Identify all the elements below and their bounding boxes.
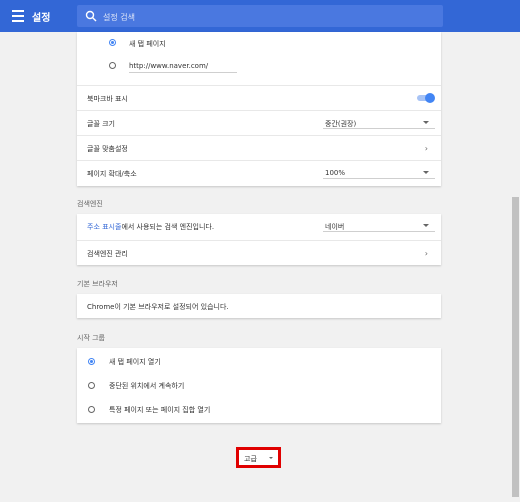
search-engine-row[interactable]: 주소 표시줄에서 사용되는 검색 엔진입니다. 네이버 bbox=[77, 214, 441, 238]
homepage-option-url[interactable] bbox=[77, 56, 441, 80]
bookmark-bar-label: 북마크바 표시 bbox=[87, 95, 128, 103]
radio-homepage-url[interactable] bbox=[109, 62, 116, 69]
chevron-right-icon: › bbox=[424, 144, 428, 153]
chevron-down-icon bbox=[269, 457, 273, 459]
search-engine-desc: 에서 사용되는 검색 엔진입니다. bbox=[121, 223, 215, 231]
search-box[interactable] bbox=[77, 5, 443, 27]
advanced-button[interactable]: 고급 bbox=[236, 447, 281, 468]
chevron-right-icon: › bbox=[424, 249, 428, 258]
on-startup-section-title: 시작 그룹 bbox=[77, 334, 105, 342]
scrollbar[interactable] bbox=[510, 32, 520, 502]
chevron-down-icon bbox=[423, 224, 429, 227]
chevron-down-icon bbox=[423, 121, 429, 124]
search-engine-section-title: 검색엔진 bbox=[77, 200, 103, 208]
hamburger-menu-icon[interactable] bbox=[12, 10, 24, 22]
search-input[interactable] bbox=[101, 8, 435, 26]
default-browser-card: Chrome이 기본 브라우저로 설정되어 있습니다. bbox=[77, 294, 441, 318]
appearance-card: 새 탭 페이지 북마크바 표시 글꼴 크기 중간(권장) 글꼴 맞춤설정 › 페… bbox=[77, 32, 441, 186]
startup-option-1-label: 중단된 위치에서 계속하기 bbox=[109, 382, 185, 390]
search-engine-underline bbox=[323, 231, 435, 232]
advanced-label: 고급 bbox=[244, 455, 257, 463]
default-browser-row: Chrome이 기본 브라우저로 설정되어 있습니다. bbox=[77, 294, 441, 318]
search-icon bbox=[85, 10, 97, 22]
page-title: 설정 bbox=[32, 13, 51, 24]
startup-option-1[interactable]: 중단된 위치에서 계속하기 bbox=[77, 373, 441, 397]
radio-startup-1[interactable] bbox=[88, 382, 95, 389]
font-size-row[interactable]: 글꼴 크기 중간(권장) bbox=[77, 110, 441, 135]
font-size-underline bbox=[323, 128, 435, 129]
bookmark-bar-row[interactable]: 북마크바 표시 bbox=[77, 85, 441, 110]
chevron-down-icon bbox=[423, 171, 429, 174]
customize-fonts-row[interactable]: 글꼴 맞춤설정 › bbox=[77, 135, 441, 160]
page-zoom-select[interactable]: 100% bbox=[325, 169, 345, 177]
radio-startup-0[interactable] bbox=[88, 358, 95, 365]
search-engine-card: 주소 표시줄에서 사용되는 검색 엔진입니다. 네이버 검색엔진 관리 › bbox=[77, 214, 441, 265]
scrollbar-thumb[interactable] bbox=[512, 197, 519, 497]
page-zoom-row[interactable]: 페이지 확대/축소 100% bbox=[77, 160, 441, 185]
app-header: 설정 bbox=[0, 0, 520, 32]
homepage-option-new-tab[interactable]: 새 탭 페이지 bbox=[77, 34, 441, 58]
manage-search-engines-label: 검색엔진 관리 bbox=[87, 250, 128, 258]
startup-option-2[interactable]: 특정 페이지 또는 페이지 집합 열기 bbox=[77, 397, 441, 421]
customize-fonts-label: 글꼴 맞춤설정 bbox=[87, 145, 128, 153]
radio-new-tab[interactable] bbox=[109, 39, 116, 46]
page-zoom-label: 페이지 확대/축소 bbox=[87, 170, 137, 178]
font-size-label: 글꼴 크기 bbox=[87, 120, 115, 128]
homepage-url-input[interactable] bbox=[129, 60, 237, 73]
startup-option-0-label: 새 탭 페이지 열기 bbox=[109, 358, 161, 366]
bookmark-bar-toggle-knob[interactable] bbox=[425, 93, 435, 103]
manage-search-engines-row[interactable]: 검색엔진 관리 › bbox=[77, 240, 441, 265]
option-new-tab-label: 새 탭 페이지 bbox=[129, 40, 166, 48]
on-startup-card: 새 탭 페이지 열기 중단된 위치에서 계속하기 특정 페이지 또는 페이지 집… bbox=[77, 348, 441, 423]
default-browser-status: Chrome이 기본 브라우저로 설정되어 있습니다. bbox=[87, 303, 229, 311]
startup-option-0[interactable]: 새 탭 페이지 열기 bbox=[77, 349, 441, 373]
address-bar-link[interactable]: 주소 표시줄 bbox=[87, 223, 121, 231]
default-browser-section-title: 기본 브라우저 bbox=[77, 280, 118, 288]
startup-option-2-label: 특정 페이지 또는 페이지 집합 열기 bbox=[109, 406, 211, 414]
radio-startup-2[interactable] bbox=[88, 406, 95, 413]
page-zoom-underline bbox=[323, 178, 435, 179]
